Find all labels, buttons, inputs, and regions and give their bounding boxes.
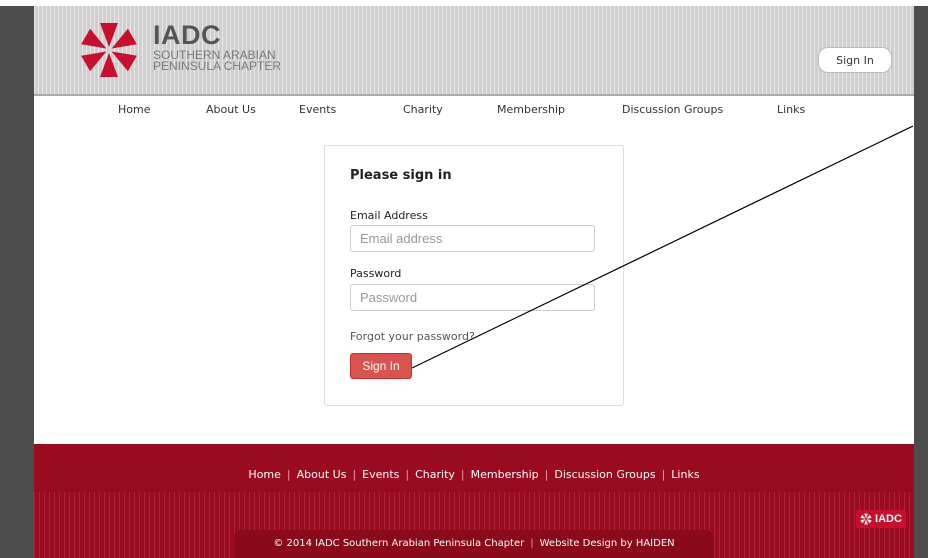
nav-links[interactable]: Links (777, 103, 805, 116)
footer-logo-badge[interactable]: IADC (856, 510, 906, 528)
password-label: Password (350, 267, 402, 280)
footer-link-links[interactable]: Links (671, 468, 699, 481)
header-sign-in-button[interactable]: Sign In (818, 47, 892, 73)
design-credit-link[interactable]: Website Design by HAIDEN (540, 538, 675, 549)
footer-separator: | (286, 468, 291, 481)
footer-link-discussion-groups[interactable]: Discussion Groups (554, 468, 655, 481)
sign-in-title: Please sign in (350, 168, 452, 183)
footer-link-membership[interactable]: Membership (471, 468, 539, 481)
footer-link-about-us[interactable]: About Us (297, 468, 347, 481)
footer-link-charity[interactable]: Charity (415, 468, 455, 481)
footer-separator: | (661, 468, 666, 481)
footer-link-events[interactable]: Events (362, 468, 399, 481)
left-background-bar (0, 6, 34, 558)
copyright-text: © 2014 IADC Southern Arabian Peninsula C… (273, 538, 525, 549)
iadc-mini-logo-icon (860, 513, 872, 525)
nav-discussion-groups[interactable]: Discussion Groups (622, 103, 723, 116)
brand-subtitle: SOUTHERN ARABIAN PENINSULA CHAPTER (153, 48, 282, 73)
sign-in-panel: Please sign in Email Address Password Fo… (324, 145, 624, 406)
email-label: Email Address (350, 209, 428, 222)
forgot-password-link[interactable]: Forgot your password? (350, 330, 475, 343)
footer-copyright: © 2014 IADC Southern Arabian Peninsula C… (34, 538, 914, 549)
footer-separator: | (530, 538, 534, 549)
nav-charity[interactable]: Charity (403, 103, 443, 116)
nav-about-us[interactable]: About Us (206, 103, 256, 116)
site-header: IADC SOUTHERN ARABIAN PENINSULA CHAPTER … (34, 6, 914, 94)
iadc-logo-icon[interactable] (78, 20, 140, 80)
footer-separator: | (405, 468, 410, 481)
email-field[interactable] (350, 225, 595, 252)
brand-name[interactable]: IADC (153, 20, 221, 51)
site-footer: Home | About Us | Events | Charity | Membership |… (34, 444, 914, 558)
nav-events[interactable]: Events (299, 103, 336, 116)
footer-separator: | (544, 468, 549, 481)
footer-separator: | (352, 468, 357, 481)
nav-home[interactable]: Home (118, 103, 150, 116)
header-divider (34, 94, 914, 96)
main-nav: Home About Us Events Charity Membership … (34, 97, 914, 123)
nav-membership[interactable]: Membership (497, 103, 565, 116)
footer-link-home[interactable]: Home (248, 468, 280, 481)
footer-badge-label: IADC (875, 513, 902, 525)
footer-separator: | (460, 468, 465, 481)
sign-in-submit-button[interactable]: Sign In (350, 353, 412, 379)
footer-links: Home | About Us | Events | Charity | Membership |… (34, 468, 914, 481)
password-field[interactable] (350, 284, 595, 311)
right-background-bar (914, 6, 928, 558)
